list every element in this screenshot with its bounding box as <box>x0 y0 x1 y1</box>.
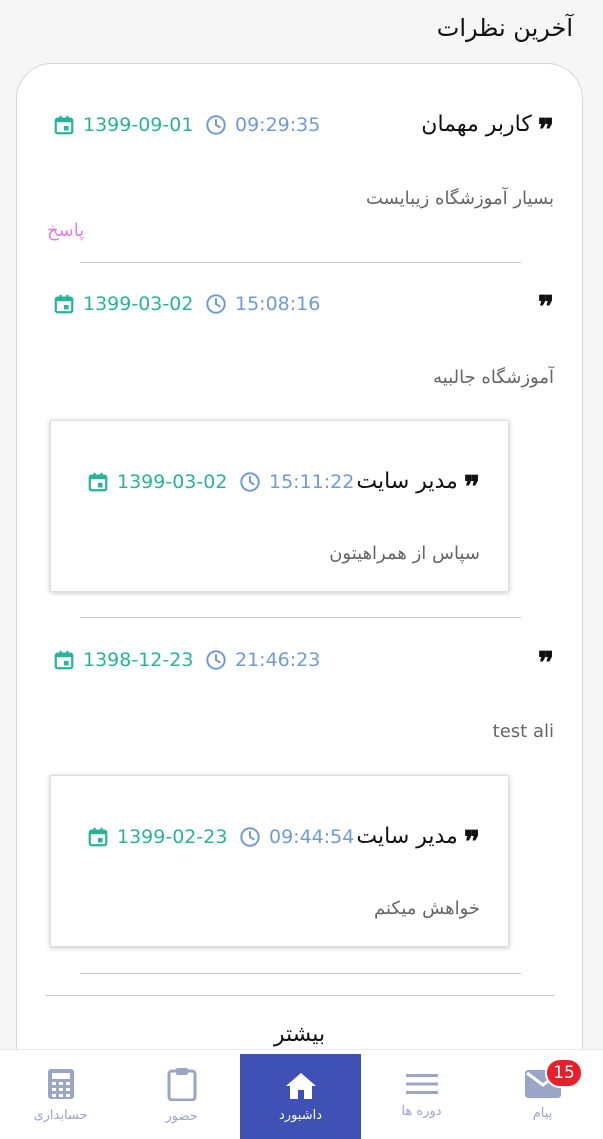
tab-label: پیام <box>532 1105 553 1121</box>
tab-label: داشبورد <box>279 1107 322 1123</box>
comment-author: ❞ <box>532 648 554 679</box>
divider <box>80 617 521 618</box>
calendar-icon <box>54 294 74 314</box>
tab-label: حسابداری <box>33 1107 88 1123</box>
comment-date: 1399-03-02 <box>53 293 193 315</box>
quote-icon: ❞ <box>537 112 554 148</box>
comment-date: 1398-12-23 <box>53 649 193 671</box>
reply-link[interactable]: پاسخ <box>47 220 84 241</box>
tab-label: دوره ها <box>401 1103 442 1119</box>
reply-author: ❞ مدیر سایت <box>356 824 480 860</box>
tab-label: حضور <box>165 1108 198 1124</box>
calendar-icon <box>54 115 74 135</box>
more-button[interactable]: بیشتر <box>17 1022 582 1047</box>
comment-author: ❞ کاربر مهمان <box>421 112 554 148</box>
reply-text: سپاس از همراهیتون <box>329 543 480 564</box>
tab-dashboard[interactable]: داشبورد <box>240 1054 361 1139</box>
comments-card: 1399-09-01 09:29:35 ❞ کاربر مهمان بسیار آ… <box>16 63 583 1093</box>
reply-card: 1399-02-23 09:44:54 ❞ مدیر سایت خواهش میک… <box>50 775 509 947</box>
calendar-icon <box>88 472 108 492</box>
clock-icon <box>206 650 226 670</box>
quote-icon: ❞ <box>537 646 554 681</box>
page-title: آخرین نظرات <box>436 14 573 42</box>
menu-icon <box>405 1073 438 1094</box>
comment-time: 09:29:35 <box>205 114 320 136</box>
tab-accounting[interactable]: حسابداری <box>0 1050 121 1139</box>
tab-courses[interactable]: دوره ها <box>361 1050 482 1139</box>
reply-time: 09:44:54 <box>239 826 354 848</box>
quote-icon: ❞ <box>463 824 480 860</box>
comment-time: 15:08:16 <box>205 293 320 315</box>
comment-text: آموزشگاه جالبیه <box>433 367 554 388</box>
clock-icon <box>240 827 260 847</box>
reply-author: ❞ مدیر سایت <box>356 469 480 505</box>
divider <box>80 262 521 263</box>
clock-icon <box>206 294 226 314</box>
comment-author: ❞ <box>532 292 554 323</box>
reply-date: 1399-03-02 <box>87 471 227 493</box>
quote-icon: ❞ <box>537 290 554 325</box>
tab-attendance[interactable]: حضور <box>121 1050 242 1139</box>
divider <box>80 973 521 974</box>
reply-time: 15:11:22 <box>239 471 354 493</box>
clipboard-icon <box>167 1067 196 1101</box>
home-icon <box>285 1072 316 1099</box>
calendar-icon <box>54 650 74 670</box>
clock-icon <box>240 472 260 492</box>
calculator-icon <box>47 1068 74 1099</box>
quote-icon: ❞ <box>463 469 480 505</box>
comment-text: بسیار آموزشگاه زیبایست <box>365 188 554 209</box>
divider <box>45 995 554 996</box>
comment-time: 21:46:23 <box>205 649 320 671</box>
clock-icon <box>206 115 226 135</box>
tab-messages[interactable]: پیام 15 <box>482 1050 603 1139</box>
notification-badge: 15 <box>545 1058 583 1088</box>
bottom-tab-bar: حسابداری حضور داشبورد دوره ها پیام 15 <box>0 1049 603 1139</box>
calendar-icon <box>88 827 108 847</box>
reply-text: خواهش میکنم <box>373 898 480 919</box>
comment-date: 1399-09-01 <box>53 114 193 136</box>
reply-card: 1399-03-02 15:11:22 ❞ مدیر سایت سپاس از ه… <box>50 420 509 592</box>
reply-date: 1399-02-23 <box>87 826 227 848</box>
comment-text: test ali <box>492 721 554 742</box>
